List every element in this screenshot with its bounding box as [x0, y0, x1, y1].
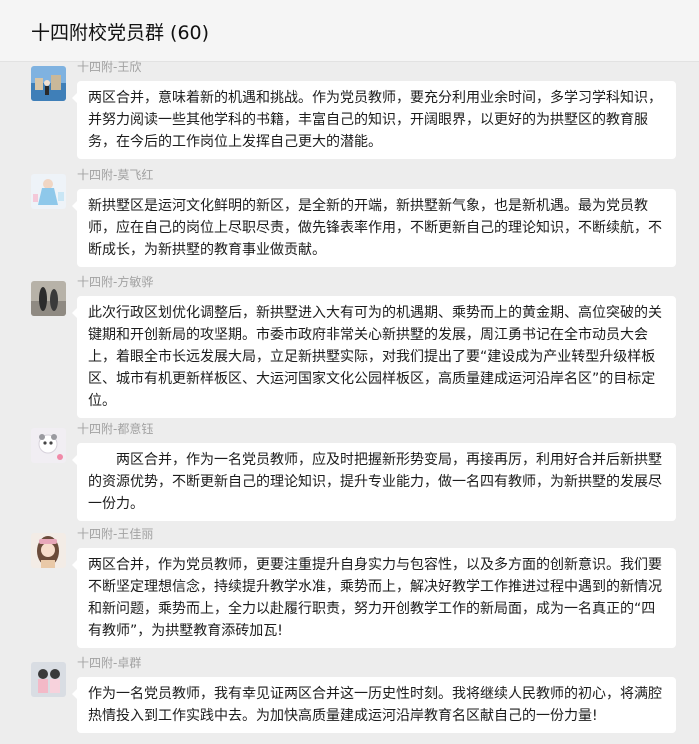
message-bubble[interactable]: 此次行政区划优化调整后，新拱墅进入大有可为的机遇期、乘势而上的黄金期、高位突破的…: [72, 296, 676, 418]
avatar[interactable]: [31, 281, 66, 316]
avatar[interactable]: [31, 428, 66, 463]
sender-name: 十四附-王佳丽: [77, 527, 154, 541]
message-bubble[interactable]: 两区合并，作为党员教师，更要注重提升自身实力与包容性，以及多方面的创新意识。我们…: [72, 548, 676, 648]
avatar[interactable]: [31, 174, 66, 209]
sender-name: 十四附-方敏骅: [77, 275, 154, 289]
chat-header: 十四附校党员群 (60): [0, 0, 699, 62]
sender-name: 十四附-都意钰: [77, 422, 154, 436]
sender-name: 十四附-卓群: [77, 656, 142, 670]
message-bubble[interactable]: 两区合并，意味着新的机遇和挑战。作为党员教师，要充分利用业余时间，多学习学科知识…: [72, 81, 676, 159]
message-bubble[interactable]: 两区合并，作为一名党员教师，应及时把握新形势变局，再接再厉，利用好合并后新拱墅的…: [72, 443, 676, 521]
avatar[interactable]: [31, 533, 66, 568]
avatar[interactable]: [31, 662, 66, 697]
avatar[interactable]: [31, 66, 66, 101]
chat-title: 十四附校党员群 (60): [31, 22, 210, 44]
sender-name: 十四附-王欣: [77, 60, 142, 74]
sender-name: 十四附-莫飞红: [77, 168, 154, 182]
message-bubble[interactable]: 作为一名党员教师，我有幸见证两区合并这一历史性时刻。我将继续人民教师的初心，将满…: [72, 677, 676, 733]
message-bubble[interactable]: 新拱墅区是运河文化鲜明的新区，是全新的开端，新拱墅新气象，也是新机遇。最为党员教…: [72, 189, 676, 267]
